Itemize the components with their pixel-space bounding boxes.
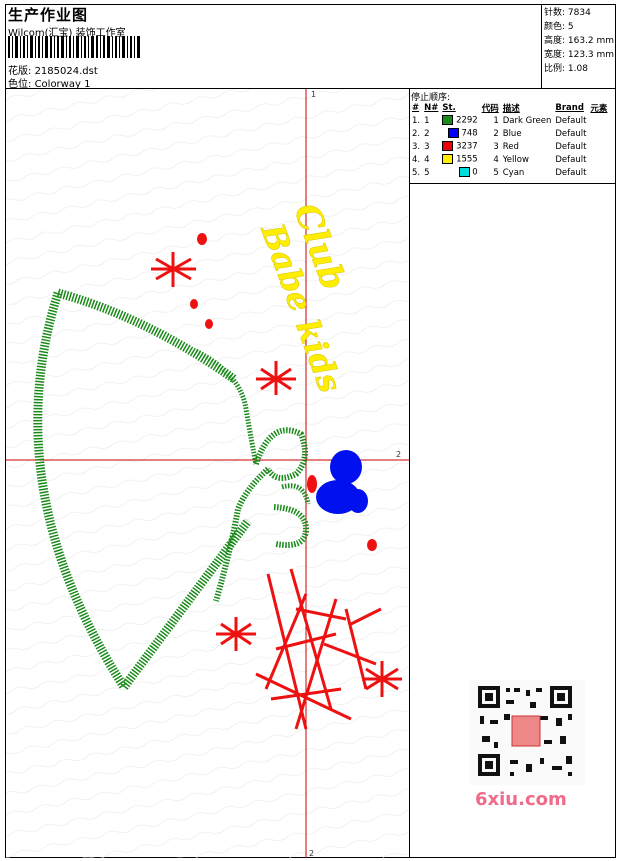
row-st-value: 748 [461,128,478,139]
row-brand: Default [555,128,587,139]
row-code: 3 [493,141,499,152]
row-n: 2 [424,128,430,139]
info-colors: 颜色: 5 [544,22,574,32]
row-code: 5 [493,167,499,178]
table-header-row: # N# St. 代码 描述 Brand 元素 [410,101,609,114]
col-header-n: N# [424,102,439,113]
watermark-logo: 6xiu.com [475,789,567,810]
row-stitches: 3237 [440,140,479,153]
col-header-desc: 描述 [502,103,520,114]
col-header-st: St. [442,102,456,113]
row-code: 4 [493,154,499,165]
color-swatch [442,115,454,126]
axis-label-bottom: 2 [309,849,314,858]
color-swatch [442,141,454,152]
col-header-code: 代码 [481,103,499,114]
row-num: 4. [412,154,421,165]
stop-sequence-table: # N# St. 代码 描述 Brand 元素 1. 1 2292 1 Dark… [410,101,609,179]
row-brand: Default [555,154,587,165]
page-title: 生产作业图 [8,6,89,24]
info-width: 宽度: 123.3 mm [544,50,615,60]
row-desc: Blue [502,128,522,139]
row-element [588,166,609,179]
barcode [8,36,140,58]
row-n: 4 [424,154,430,165]
color-swatch [447,128,459,139]
row-st-value: 0 [472,167,478,178]
info-height: 高度: 163.2 mm [544,36,615,46]
row-brand: Default [555,167,587,178]
panel-divider-vertical [409,89,410,858]
design-canvas[interactable]: Club Babe kids 1 2 2 [6,89,409,858]
row-stitches: 748 [440,127,479,140]
color-swatch [442,154,454,165]
row-desc: Cyan [502,167,525,178]
axis-label-top: 1 [311,90,316,99]
row-num: 1. [412,115,421,126]
color-swatch [458,167,470,178]
table-row: 2. 2 748 2 Blue Default [410,127,609,140]
row-n: 3 [424,141,430,152]
header-divider-vertical [541,4,542,88]
row-st-value: 1555 [456,154,478,165]
row-brand: Default [555,141,587,152]
row-desc: Red [502,141,519,152]
col-header-num: # [412,102,420,113]
panel-divider-horizontal [409,183,616,184]
row-element [588,114,609,127]
info-stitches: 针数: 7834 [544,8,591,18]
row-st-value: 3237 [456,141,478,152]
row-num: 3. [412,141,421,152]
row-num: 2. [412,128,421,139]
row-element [588,140,609,153]
row-element [588,127,609,140]
col-header-brand: Brand [555,102,584,113]
info-scale: 比例: 1.08 [544,64,588,74]
table-row: 1. 1 2292 1 Dark Green Default [410,114,609,127]
table-row: 3. 3 3237 3 Red Default [410,140,609,153]
row-stitches: 0 [440,166,479,179]
row-stitches: 1555 [440,153,479,166]
row-desc: Yellow [502,154,529,165]
row-desc: Dark Green [502,115,552,126]
table-row: 5. 5 0 5 Cyan Default [410,166,609,179]
row-n: 1 [424,115,430,126]
row-code: 1 [493,115,499,126]
axis-label-right: 2 [396,450,401,459]
row-brand: Default [555,115,587,126]
row-num: 5. [412,167,421,178]
row-element [588,153,609,166]
row-stitches: 2292 [440,114,479,127]
design-info: 针数: 7834 颜色: 5 高度: 163.2 mm 宽度: 123.3 mm… [544,6,614,76]
row-n: 5 [424,167,430,178]
col-header-element: 元素 [590,103,608,114]
row-st-value: 2292 [456,115,478,126]
qr-code [470,680,585,785]
row-code: 2 [493,128,499,139]
table-row: 4. 4 1555 4 Yellow Default [410,153,609,166]
